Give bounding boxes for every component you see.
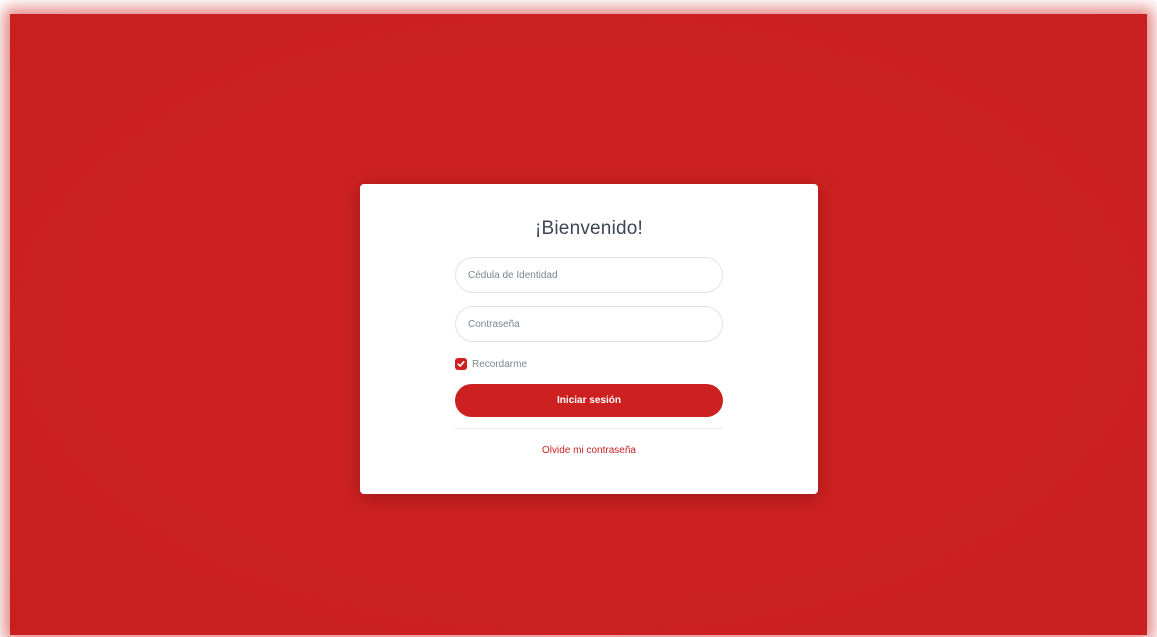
page-title: ¡Bienvenido!: [534, 218, 644, 239]
divider: [455, 428, 723, 429]
password-input[interactable]: [455, 306, 723, 342]
login-button[interactable]: Iniciar sesión: [455, 384, 723, 417]
checkbox-checked[interactable]: [455, 358, 467, 370]
forgot-password-link[interactable]: Olvide mi contraseña: [360, 445, 818, 456]
remember-me-checkbox[interactable]: Recordarme: [455, 357, 527, 371]
login-card: ¡Bienvenido! Recordarme Iniciar sesión O…: [360, 184, 818, 494]
remember-me-label: Recordarme: [472, 358, 528, 370]
cedula-input[interactable]: [455, 257, 723, 293]
page-background: ¡Bienvenido! Recordarme Iniciar sesión O…: [10, 14, 1147, 635]
checkmark-icon: [457, 361, 465, 367]
